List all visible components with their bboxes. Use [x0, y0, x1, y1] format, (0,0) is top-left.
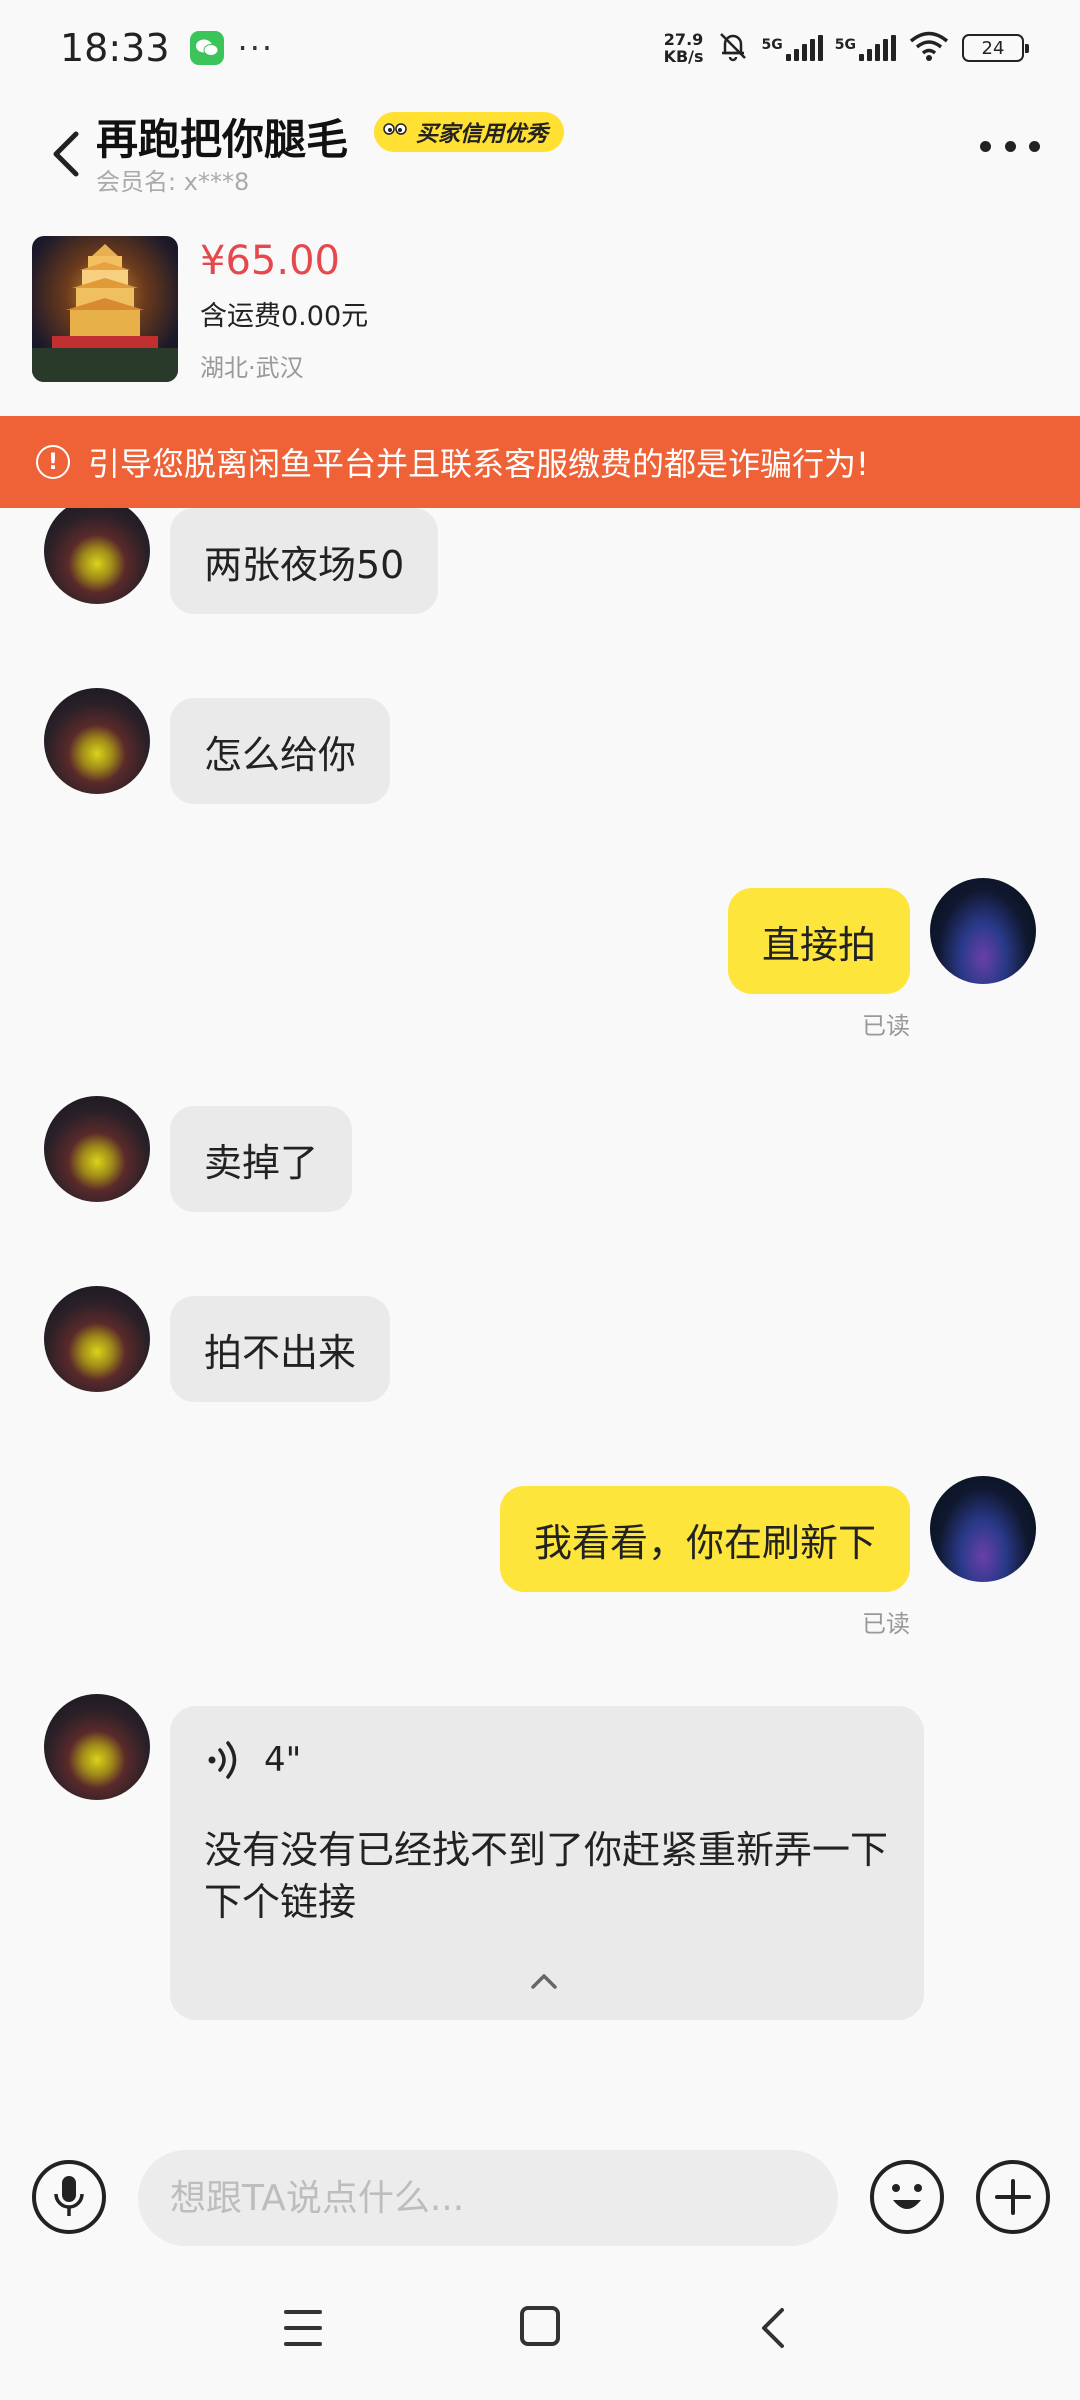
member-label: 会员名:	[96, 168, 177, 196]
seller-avatar[interactable]	[44, 508, 150, 604]
member-value: x***8	[183, 168, 250, 196]
product-card[interactable]: ¥65.00 含运费0.00元 湖北·武汉	[0, 216, 1080, 416]
message-bubble[interactable]: 我看看，你在刷新下	[499, 1486, 910, 1592]
signal-label: 5G	[834, 37, 856, 53]
product-location: 湖北·武汉	[200, 354, 304, 382]
system-nav-bar	[0, 2260, 1080, 2400]
voice-transcript: 没有没有已经找不到了你赶紧重新弄一下下个链接	[204, 1828, 889, 1924]
seller-avatar[interactable]	[44, 1096, 150, 1202]
plus-icon	[995, 2179, 1031, 2215]
nav-back-icon[interactable]	[758, 2306, 788, 2350]
message-bubble[interactable]: 拍不出来	[170, 1296, 391, 1402]
warning-text: 引导您脱离闲鱼平台并且联系客服缴费的都是诈骗行为!	[88, 445, 869, 483]
status-time: 18:33	[60, 26, 170, 70]
message-bubble[interactable]: 两张夜场50	[170, 508, 439, 614]
emoji-button[interactable]	[870, 2160, 944, 2234]
message-bubble[interactable]: 直接拍	[727, 888, 910, 994]
credit-badge-label: 买家信用优秀	[416, 122, 549, 147]
signal-icon: 5G	[762, 35, 823, 61]
wifi-icon	[908, 30, 950, 66]
recent-apps-icon[interactable]	[284, 2310, 322, 2346]
status-bar: 18:33 ··· 27.9 KB/s 5G 5G 24	[0, 0, 1080, 96]
status-more-dots: ···	[237, 29, 275, 67]
signal-icon: 5G	[835, 35, 896, 61]
net-speed-unit: KB/s	[663, 47, 704, 66]
read-status: 已读	[862, 1610, 910, 1638]
credit-badge[interactable]: 买家信用优秀	[374, 112, 565, 152]
net-speed-value: 27.9	[663, 30, 704, 49]
seller-avatar[interactable]	[44, 1694, 150, 1800]
seller-avatar[interactable]	[44, 688, 150, 794]
message-bubble[interactable]: 卖掉了	[170, 1106, 353, 1212]
my-avatar[interactable]	[930, 878, 1036, 984]
battery-icon: 24	[962, 34, 1029, 62]
battery-level: 24	[981, 37, 1005, 59]
seller-name[interactable]: 再跑把你腿毛	[96, 106, 348, 167]
more-options-icon[interactable]	[980, 138, 1040, 154]
net-speed: 27.9 KB/s	[664, 31, 704, 65]
my-avatar[interactable]	[930, 1476, 1036, 1582]
product-price: ¥65.00	[200, 238, 340, 284]
fraud-warning-banner: ! 引导您脱离闲鱼平台并且联系客服缴费的都是诈骗行为!	[0, 416, 1080, 508]
emoji-icon	[892, 2184, 922, 2209]
seller-avatar[interactable]	[44, 1286, 150, 1392]
chat-messages[interactable]: 两张夜场50 怎么给你 直接拍 已读 卖掉了 拍不出来 我看看，你在刷新下 已读…	[0, 508, 1080, 2138]
message-bubble[interactable]: 怎么给你	[170, 698, 391, 804]
warning-icon: !	[36, 445, 70, 479]
voice-duration: 4"	[264, 1740, 302, 1780]
wechat-icon	[189, 31, 224, 65]
status-right-group: 27.9 KB/s 5G 5G 24	[664, 29, 1029, 67]
voice-play-row[interactable]: 4"	[204, 1738, 301, 1782]
microphone-icon	[54, 2176, 84, 2216]
voice-message-bubble[interactable]: 4" 没有没有已经找不到了你赶紧重新弄一下下个链接	[170, 1706, 924, 2020]
voice-wave-icon	[208, 1741, 237, 1779]
more-actions-button[interactable]	[976, 2160, 1050, 2234]
read-status: 已读	[862, 1012, 910, 1040]
home-icon[interactable]	[520, 2306, 560, 2346]
signal-label: 5G	[761, 37, 783, 53]
message-input-bar	[0, 2138, 1080, 2260]
voice-input-button[interactable]	[32, 2160, 106, 2234]
badge-face-icon	[381, 118, 409, 146]
message-input[interactable]	[138, 2150, 838, 2246]
product-shipping: 含运费0.00元	[200, 301, 369, 332]
mute-bell-icon	[716, 29, 750, 67]
back-icon[interactable]	[44, 122, 88, 182]
member-name: 会员名: x***8	[96, 162, 249, 197]
chat-header: 再跑把你腿毛 买家信用优秀 会员名: x***8	[0, 96, 1080, 206]
product-thumbnail[interactable]	[32, 236, 178, 382]
chevron-up-icon[interactable]	[528, 1970, 560, 1992]
